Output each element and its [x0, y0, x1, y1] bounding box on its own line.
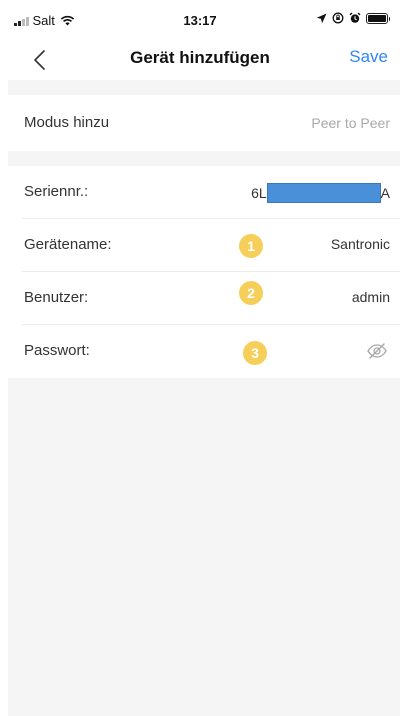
annotation-badge-1: 1 [239, 234, 263, 258]
redaction-box [266, 183, 381, 203]
device-name-row[interactable]: Gerätename: 1 Santronic [8, 219, 400, 272]
content-area: Modus hinzu Peer to Peer Seriennr.: 6L A… [8, 80, 400, 716]
annotation-badge-2: 2 [239, 281, 263, 305]
user-row[interactable]: Benutzer: 2 admin [8, 272, 400, 325]
device-name-input[interactable]: Santronic [331, 236, 390, 252]
serial-number-value: 6L A [251, 183, 390, 203]
serial-number-prefix: 6L [251, 185, 267, 201]
add-mode-row[interactable]: Modus hinzu Peer to Peer [8, 95, 400, 151]
serial-number-suffix: A [380, 185, 390, 201]
annotation-badge-3: 3 [243, 341, 267, 365]
user-label: Benutzer: [24, 289, 89, 306]
status-right [316, 12, 390, 24]
device-info-group: Seriennr.: 6L A Gerätename: 1 Santronic … [8, 166, 400, 378]
orientation-lock-icon [332, 12, 344, 24]
eye-off-icon [367, 343, 387, 359]
user-input[interactable]: admin [352, 289, 390, 305]
toggle-password-visibility-button[interactable] [366, 340, 388, 362]
navigation-bar: Gerät hinzufügen Save [0, 40, 400, 80]
password-label: Passwort: [24, 342, 90, 359]
add-mode-group: Modus hinzu Peer to Peer [8, 95, 400, 151]
add-mode-value: Peer to Peer [311, 115, 390, 131]
page-title: Gerät hinzufügen [130, 48, 270, 67]
serial-number-label: Seriennr.: [24, 183, 89, 200]
status-bar: Salt 13:17 [0, 0, 400, 40]
battery-icon [366, 12, 390, 24]
add-mode-label: Modus hinzu [24, 114, 110, 131]
password-row[interactable]: Passwort: 3 [8, 325, 400, 378]
device-name-label: Gerätename: [24, 236, 112, 253]
serial-number-row[interactable]: Seriennr.: 6L A [8, 166, 400, 219]
save-button[interactable]: Save [349, 47, 388, 67]
alarm-icon [349, 12, 361, 23]
location-arrow-icon [316, 13, 327, 23]
